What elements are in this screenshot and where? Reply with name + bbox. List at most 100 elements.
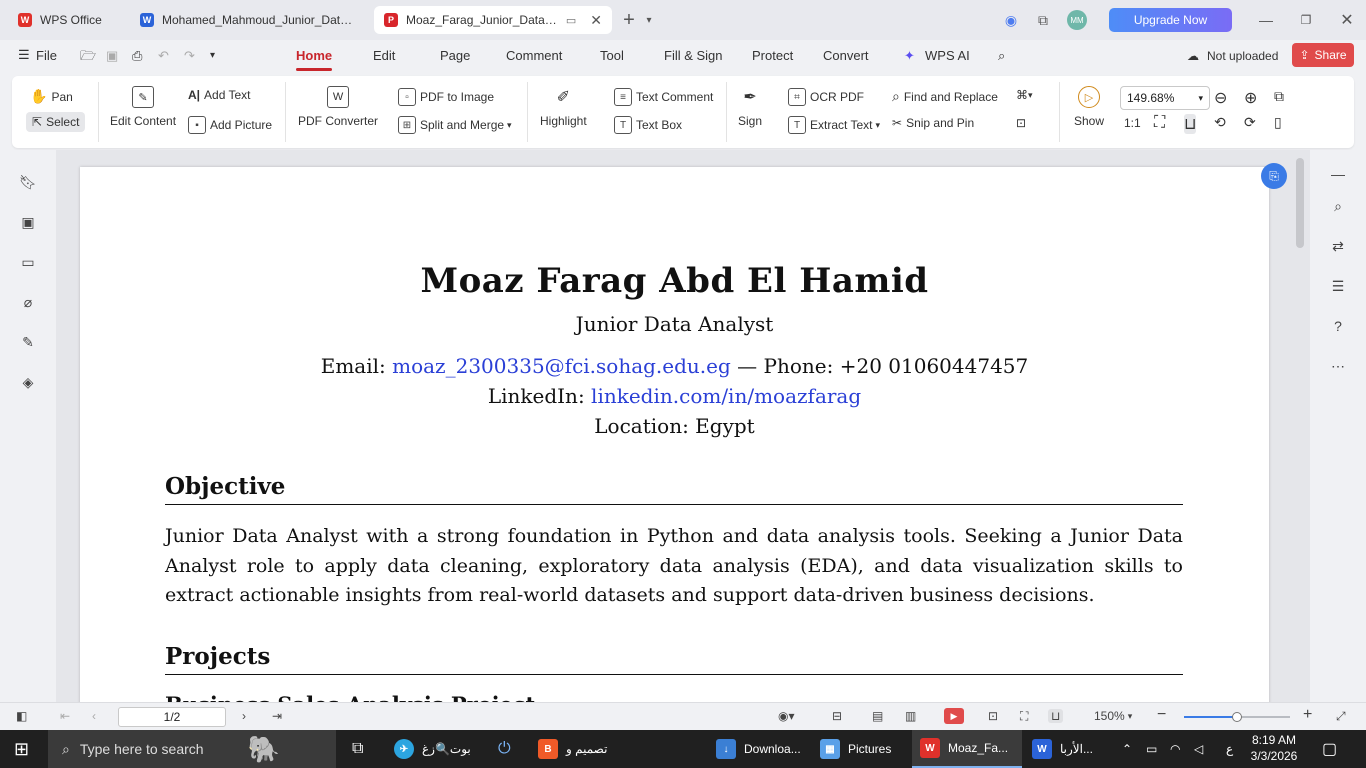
zoom-in-icon[interactable]: ⊕ <box>1244 88 1257 108</box>
search-icon[interactable]: ⌕ <box>998 48 1005 64</box>
redo-icon[interactable]: ↷ <box>184 48 195 64</box>
select-button[interactable]: ⇱ Select <box>26 112 86 132</box>
input-language[interactable]: ع <box>1226 730 1233 768</box>
two-page-icon[interactable]: ▥ <box>905 709 916 723</box>
extract-text-button[interactable]: T Extract Text ▾ <box>788 116 880 134</box>
notification-icon[interactable]: ▢ <box>1322 730 1337 768</box>
menu-file[interactable]: File <box>36 48 57 63</box>
zoom-out-icon[interactable]: − <box>1157 706 1166 724</box>
taskbar-app-word[interactable]: W الأربا... <box>1032 730 1093 768</box>
help-icon[interactable]: ? <box>1328 316 1348 336</box>
zoom-input[interactable]: 149.68% ▾ <box>1120 86 1210 110</box>
email-link[interactable]: moaz_2300335@fci.sohag.edu.eg <box>392 354 731 378</box>
tab-document-word[interactable]: W Mohamed_Mahmoud_Junior_Data_S <box>130 6 366 34</box>
add-picture-button[interactable]: ▪ Add Picture <box>188 116 272 134</box>
expand-icon[interactable]: ⤢ <box>1336 709 1346 724</box>
new-tab-button[interactable]: + <box>620 9 638 31</box>
split-merge-button[interactable]: ⊞ Split and Merge ▾ <box>398 116 512 134</box>
menu-fill-sign[interactable]: Fill & Sign <box>664 48 723 63</box>
chevron-down-icon[interactable]: ▾ <box>640 11 658 29</box>
continuous-icon[interactable]: ▤ <box>872 709 883 723</box>
translate-icon[interactable]: ⇄ <box>1328 236 1348 256</box>
zoom-level[interactable]: 150% ▾ <box>1094 709 1132 723</box>
single-page-icon[interactable]: ⊟ <box>832 709 842 723</box>
read-mode-icon[interactable]: ▯ <box>1274 114 1282 131</box>
ocr-pdf-button[interactable]: ⌗ OCR PDF <box>788 88 864 106</box>
chevron-up-icon[interactable]: ⌃ <box>1122 730 1132 768</box>
signature-icon[interactable]: ✎ <box>18 332 38 352</box>
minus-icon[interactable]: — <box>1328 164 1348 184</box>
thumbnails-icon[interactable]: ▣ <box>18 212 38 232</box>
pdf-to-image-button[interactable]: ▫ PDF to Image <box>398 88 494 106</box>
highlight-button[interactable]: ✐ Highlight <box>540 86 587 128</box>
eye-icon[interactable]: ◉▾ <box>778 709 795 723</box>
pan-button[interactable]: ✋ Pan <box>30 88 73 105</box>
fit-width-icon[interactable]: ⊔ <box>1184 114 1197 134</box>
menu-edit[interactable]: Edit <box>373 48 395 63</box>
vertical-scrollbar[interactable] <box>1296 158 1304 248</box>
tab-document-pdf-active[interactable]: P Moaz_Farag_Junior_Data_Ana ▭ ✕ <box>374 6 612 34</box>
text-box-button[interactable]: T Text Box <box>614 116 682 134</box>
actual-size-icon[interactable]: 1:1 <box>1124 116 1141 130</box>
comment-icon[interactable]: ▭ <box>18 252 38 272</box>
taskbar-app-brave[interactable]: B تصميم و <box>538 730 607 768</box>
first-page-icon[interactable]: ⇤ <box>60 709 70 723</box>
taskbar-app-pictures[interactable]: ▦ Pictures <box>820 730 891 768</box>
undo-icon[interactable]: ↶ <box>158 48 169 64</box>
play-icon[interactable]: ▶ <box>944 708 964 724</box>
more-tools-icon[interactable]: ⌘ ▾ <box>1016 88 1033 102</box>
rotate-left-icon[interactable]: ⟲ <box>1214 114 1226 131</box>
menu-home[interactable]: Home <box>296 48 333 71</box>
zoom-slider[interactable] <box>1184 712 1290 722</box>
text-comment-button[interactable]: ≡ Text Comment <box>614 88 713 106</box>
close-tab-icon[interactable]: ✕ <box>590 12 602 29</box>
battery-icon[interactable]: ▭ <box>1146 730 1157 768</box>
system-clock[interactable]: 8:19 AM 3/3/2026 <box>1244 732 1304 764</box>
layers-icon[interactable]: ◈ <box>18 372 38 392</box>
window-layout-icon[interactable]: ⧉ <box>1034 11 1052 29</box>
previous-page-icon[interactable]: ‹ <box>92 709 96 723</box>
menu-protect[interactable]: Protect <box>752 48 793 63</box>
search-icon[interactable]: ⌕ <box>1328 196 1348 216</box>
minimize-icon[interactable]: — <box>1257 11 1275 29</box>
print-icon[interactable]: ⎙ <box>132 48 142 64</box>
settings-sliders-icon[interactable]: ☰ <box>1328 276 1348 296</box>
windows-start-icon[interactable]: ⊞ <box>14 730 29 768</box>
avatar[interactable]: MM <box>1067 10 1087 30</box>
not-uploaded-status[interactable]: Not uploaded <box>1207 49 1278 63</box>
copilot-icon[interactable]: ◉ <box>1002 11 1020 29</box>
menu-tool[interactable]: Tool <box>600 48 624 63</box>
sidebar-toggle-icon[interactable]: ◧ <box>16 709 27 723</box>
floating-tool-button[interactable]: ⎘ <box>1261 163 1287 189</box>
taskbar-app-downloads[interactable]: ↓ Downloa... <box>716 730 801 768</box>
zoom-out-icon[interactable]: ⊖ <box>1214 88 1227 108</box>
upgrade-now-button[interactable]: Upgrade Now <box>1109 8 1232 32</box>
linkedin-link[interactable]: linkedin.com/in/moazfarag <box>591 384 861 408</box>
rotate-right-icon[interactable]: ⟳ <box>1244 114 1256 131</box>
taskbar-app-telegram[interactable]: ✈ بوت🔍زغ <box>394 730 471 768</box>
close-window-icon[interactable]: ✕ <box>1338 11 1356 29</box>
power-app-icon[interactable]: ⏻ <box>498 730 511 768</box>
open-folder-icon[interactable]: 🗁 <box>80 47 96 69</box>
maximize-icon[interactable]: ❐ <box>1297 11 1315 29</box>
more-options-icon[interactable]: ⋯ <box>1328 356 1348 376</box>
attachment-icon[interactable]: ⌀ <box>18 292 38 312</box>
page-view-icon[interactable]: ⧉ <box>1274 88 1284 105</box>
sign-button[interactable]: ✒ Sign <box>738 86 762 128</box>
tab-wps-office[interactable]: W WPS Office <box>8 6 124 34</box>
fit-width-icon[interactable]: ⊔ <box>1048 709 1064 723</box>
chevron-down-icon[interactable]: ▾ <box>210 50 215 61</box>
taskbar-app-wps-pdf[interactable]: W Moaz_Fa... <box>912 730 1022 768</box>
next-page-icon[interactable]: › <box>242 709 246 723</box>
document-viewer[interactable]: Moaz Farag Abd El Hamid Junior Data Anal… <box>56 150 1310 702</box>
add-text-button[interactable]: A| Add Text <box>188 88 251 102</box>
pdf-converter-button[interactable]: W PDF Converter <box>298 86 378 128</box>
page-number-input[interactable]: 1/2 <box>118 707 226 727</box>
edit-content-button[interactable]: ✎ Edit Content <box>110 86 176 128</box>
translate-icon[interactable]: ⊡ <box>1016 116 1026 130</box>
fit-page-icon[interactable]: ⛶ <box>1154 114 1165 132</box>
zoom-in-icon[interactable]: + <box>1303 706 1312 724</box>
menu-wps-ai[interactable]: WPS AI <box>925 48 970 63</box>
wifi-icon[interactable]: ◠ <box>1170 730 1180 768</box>
find-replace-button[interactable]: ⌕ Find and Replace <box>892 88 998 105</box>
